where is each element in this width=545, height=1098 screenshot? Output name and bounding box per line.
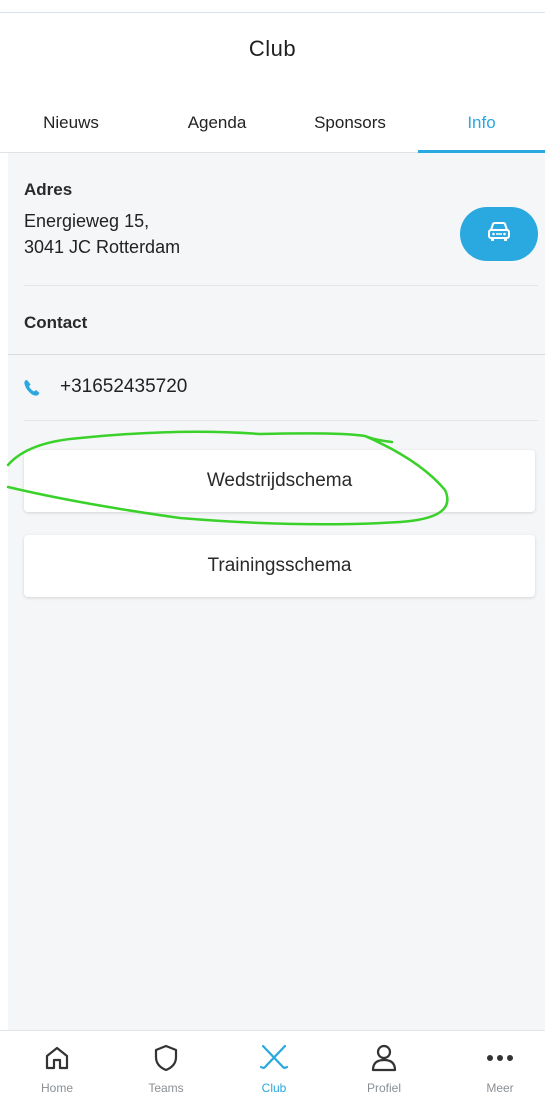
nav-profiel[interactable]: Profiel — [344, 1031, 424, 1098]
bottom-navigation: Home Teams Club Profiel Meer — [0, 1030, 545, 1098]
contact-label: Contact — [24, 313, 88, 332]
section-divider — [24, 285, 538, 286]
page-title: Club — [248, 36, 297, 61]
nav-meer[interactable]: Meer — [460, 1031, 540, 1098]
nav-meer-label: Meer — [486, 1081, 514, 1095]
header: Club — [0, 0, 545, 100]
wedstrijdschema-button[interactable]: Wedstrijdschema — [24, 450, 535, 512]
contact-divider — [8, 354, 545, 355]
tab-nieuws[interactable]: Nieuws — [0, 100, 142, 152]
tab-info[interactable]: Info — [418, 100, 545, 152]
shield-icon — [146, 1041, 186, 1075]
nav-teams-label: Teams — [148, 1081, 184, 1095]
nav-club-label: Club — [261, 1081, 287, 1095]
nav-teams[interactable]: Teams — [126, 1031, 206, 1098]
route-button[interactable] — [460, 207, 538, 261]
trainingsschema-button[interactable]: Trainingsschema — [24, 535, 535, 597]
user-icon — [364, 1041, 404, 1075]
nav-profiel-label: Profiel — [366, 1081, 401, 1095]
car-icon — [486, 221, 512, 248]
nav-home[interactable]: Home — [17, 1031, 97, 1098]
nav-home-label: Home — [40, 1081, 73, 1095]
more-dots-icon — [480, 1041, 520, 1075]
nav-club[interactable]: Club — [234, 1031, 314, 1098]
tab-bar: Nieuws Agenda Sponsors Info — [0, 100, 545, 153]
phone-number-link[interactable]: +31652435720 — [60, 376, 187, 398]
phone-icon — [22, 378, 42, 398]
address-line-1: Energieweg 15, — [24, 211, 150, 231]
tab-sponsors[interactable]: Sponsors — [280, 100, 420, 152]
contact-bottom-divider — [24, 420, 538, 421]
hockey-sticks-icon — [254, 1041, 294, 1075]
home-icon — [37, 1041, 77, 1075]
address-line-2: 3041 JC Rotterdam — [24, 237, 181, 257]
address-label: Adres — [24, 180, 73, 199]
tab-agenda[interactable]: Agenda — [142, 100, 292, 152]
